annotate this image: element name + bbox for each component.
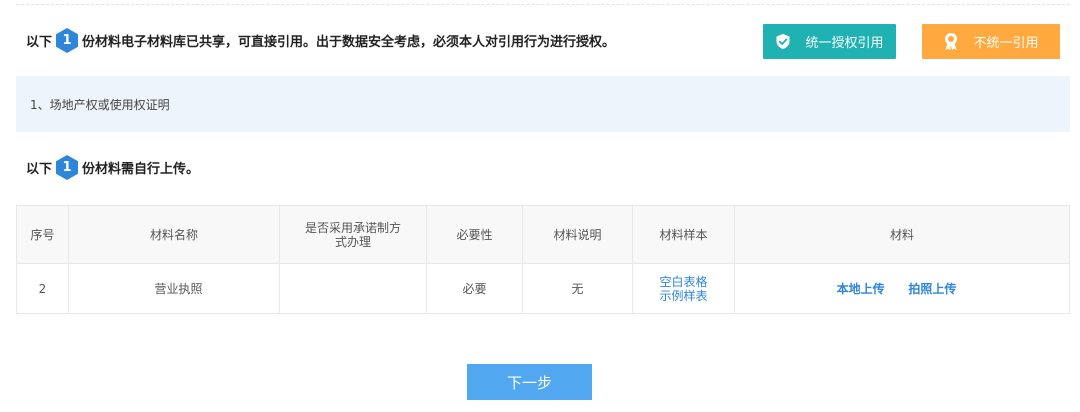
- shared-materials-box: 1、场地产权或使用权证明: [16, 76, 1070, 132]
- cell-description: 无: [522, 263, 633, 314]
- table-row: 2 营业执照 必要 无 空白表格 示例样表 本地上传 拍照上传: [16, 263, 1070, 314]
- sample-form-link[interactable]: 示例样表: [659, 289, 707, 303]
- shared-section-text: 份材料电子材料库已共享，可直接引用。出于数据安全考虑，必须本人对引用行为进行授权…: [82, 35, 616, 50]
- header-samples: 材料样本: [632, 205, 735, 264]
- local-upload-link[interactable]: 本地上传: [837, 282, 885, 296]
- shared-count-badge: 1: [56, 28, 79, 53]
- cell-necessity: 必要: [426, 263, 523, 314]
- cell-material-name: 营业执照: [68, 263, 280, 314]
- upload-section-text: 份材料需自行上传。: [82, 162, 200, 177]
- cell-commitment: [279, 263, 427, 314]
- header-index: 序号: [16, 205, 69, 264]
- blank-form-link[interactable]: 空白表格: [659, 275, 707, 289]
- authorize-all-label: 统一授权引用: [805, 36, 884, 51]
- header-material-name: 材料名称: [68, 205, 280, 264]
- award-medal-icon: [945, 33, 958, 51]
- shared-section-title: 以下 1 份材料电子材料库已共享，可直接引用。出于数据安全考虑，必须本人对引用行…: [26, 28, 615, 53]
- upload-section-prefix: 以下: [26, 162, 53, 177]
- authorize-all-button[interactable]: 统一授权引用: [763, 24, 896, 59]
- header-description: 材料说明: [522, 205, 633, 264]
- header-materials: 材料: [734, 205, 1070, 264]
- cell-samples: 空白表格 示例样表: [632, 263, 735, 314]
- header-necessity: 必要性: [426, 205, 523, 264]
- shared-material-item: 1、场地产权或使用权证明: [30, 98, 170, 112]
- photo-upload-link[interactable]: 拍照上传: [908, 282, 956, 296]
- header-commitment: 是否采用承诺制方式办理: [279, 205, 427, 264]
- no-reference-label: 不统一引用: [973, 36, 1039, 51]
- shield-check-icon: [776, 34, 790, 49]
- no-reference-button[interactable]: 不统一引用: [922, 24, 1060, 59]
- table-header-row: 序号 材料名称 是否采用承诺制方式办理 必要性 材料说明 材料样本 材料: [16, 205, 1070, 264]
- upload-section-title: 以下 1 份材料需自行上传。: [26, 155, 199, 180]
- shared-section-prefix: 以下: [26, 35, 53, 50]
- cell-index: 2: [16, 263, 69, 314]
- top-divider: [16, 4, 1070, 5]
- upload-count-badge: 1: [56, 155, 79, 180]
- header-commitment-text: 是否采用承诺制方式办理: [304, 220, 401, 249]
- materials-table: 序号 材料名称 是否采用承诺制方式办理 必要性 材料说明 材料样本 材料 2 营…: [16, 205, 1070, 314]
- cell-upload: 本地上传 拍照上传: [734, 263, 1070, 314]
- next-step-button[interactable]: 下一步: [467, 364, 592, 400]
